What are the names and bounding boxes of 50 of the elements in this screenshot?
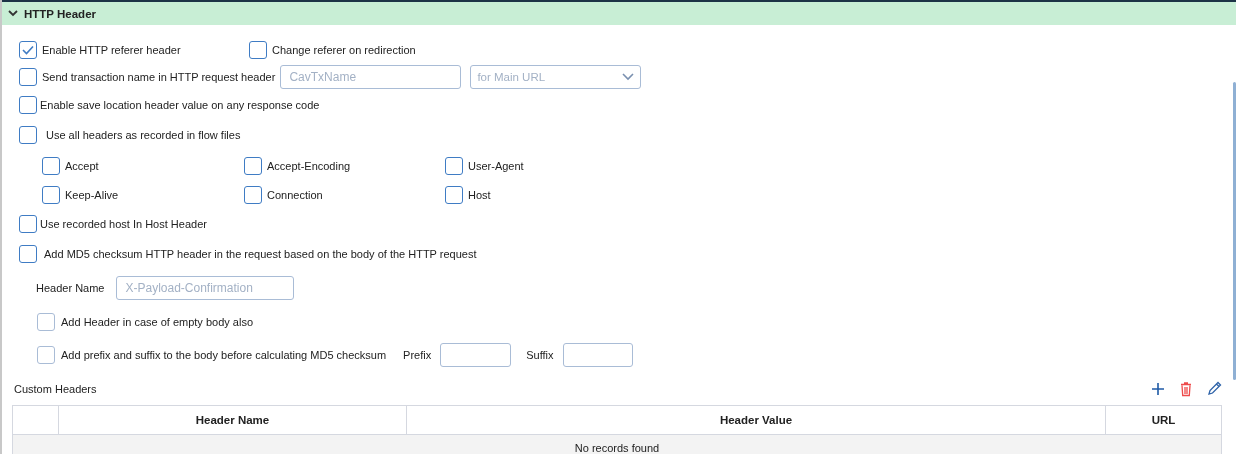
checkbox-label: User-Agent xyxy=(468,159,524,172)
checkbox-label: Connection xyxy=(267,188,323,201)
section-title: HTTP Header xyxy=(24,7,96,20)
checkbox[interactable] xyxy=(19,41,37,59)
scrollbar[interactable] xyxy=(1233,82,1236,380)
checkbox[interactable] xyxy=(445,156,463,175)
field-label: Header Name xyxy=(36,281,105,294)
checkbox[interactable] xyxy=(445,185,463,204)
add-icon[interactable] xyxy=(1150,381,1166,397)
checkbox[interactable] xyxy=(19,214,37,233)
column-header: Header Value xyxy=(406,405,1106,435)
section-header[interactable]: HTTP Header xyxy=(2,0,1236,25)
checkbox-label: Send transaction name in HTTP request header xyxy=(42,71,276,83)
checkbox-label: Enable save location header value on any response code xyxy=(40,99,320,111)
checkbox[interactable] xyxy=(19,96,37,114)
column-header: URL xyxy=(1105,405,1222,435)
check-icon xyxy=(22,45,34,55)
checkbox[interactable] xyxy=(19,68,37,86)
checkbox-label: Use all headers as recorded in flow files xyxy=(46,129,241,141)
column-header: Header Name xyxy=(58,405,407,435)
checkbox[interactable] xyxy=(244,156,262,175)
checkbox-label: Enable HTTP referer header xyxy=(42,44,182,56)
checkbox[interactable] xyxy=(19,126,37,144)
checkbox[interactable] xyxy=(42,156,60,175)
checkbox-label: Keep-Alive xyxy=(65,188,119,201)
section-label: Custom Headers xyxy=(14,383,97,395)
checkbox[interactable] xyxy=(249,41,267,59)
checkbox-label: Change referer on redirection xyxy=(272,44,416,56)
checkbox[interactable] xyxy=(19,244,37,263)
checkbox-label: Use recorded host In Host Header xyxy=(40,217,207,230)
transaction-name-field[interactable]: CavTxName xyxy=(280,65,462,89)
checkbox[interactable] xyxy=(42,185,60,204)
checkbox-label: Accept-Encoding xyxy=(267,159,351,172)
empty-message: No records found xyxy=(12,434,1222,454)
prefix-field[interactable] xyxy=(440,343,512,367)
checkbox[interactable] xyxy=(244,185,262,204)
checkbox[interactable] xyxy=(37,312,55,331)
pencil-icon[interactable] xyxy=(1206,381,1222,397)
header-name-field[interactable]: X-Payload-Confirmation xyxy=(116,275,295,300)
field-label: Prefix xyxy=(403,349,432,361)
suffix-field[interactable] xyxy=(562,343,633,367)
checkbox-label: Add Header in case of empty body also xyxy=(61,315,253,328)
checkbox[interactable] xyxy=(37,346,55,364)
checkbox-label: Host xyxy=(468,188,491,201)
checkbox-label: Accept xyxy=(65,159,99,172)
field-label: Suffix xyxy=(526,349,554,361)
checkbox-label: Add prefix and suffix to the body before calculating MD5 checksum xyxy=(61,349,387,361)
chevron-icon xyxy=(622,73,635,81)
checkbox-label: Add MD5 checksum HTTP header in the request based on the body of the HTTP request xyxy=(44,247,477,260)
trash-icon[interactable] xyxy=(1178,381,1194,397)
